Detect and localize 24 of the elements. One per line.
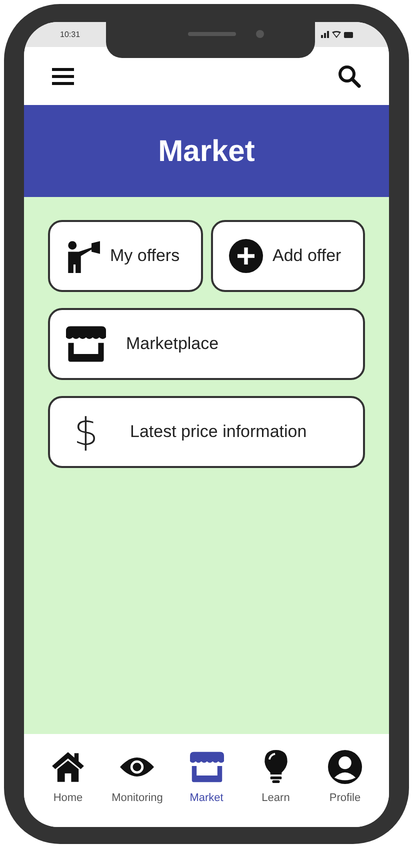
storefront-icon bbox=[66, 324, 106, 364]
nav-tab[interactable]: Learn bbox=[242, 752, 310, 827]
nav-tab[interactable]: Market bbox=[172, 752, 240, 827]
speaker-grille bbox=[188, 32, 236, 36]
action-button[interactable]: Add offer bbox=[210, 220, 365, 292]
wifi-icon bbox=[332, 31, 341, 38]
nav-tab[interactable]: Monitoring bbox=[103, 752, 172, 827]
battery-icon bbox=[344, 32, 353, 38]
action-button[interactable]: Marketplace bbox=[48, 308, 365, 380]
storefront-icon bbox=[190, 750, 224, 784]
menu-icon[interactable] bbox=[52, 67, 74, 85]
nav-tab[interactable]: Home bbox=[34, 752, 102, 827]
person-megaphone-icon bbox=[66, 239, 100, 273]
plus-circle-icon bbox=[228, 239, 262, 273]
action-button[interactable]: $ Latest price information bbox=[48, 396, 365, 468]
profile-icon bbox=[328, 750, 362, 784]
search-icon[interactable] bbox=[337, 64, 361, 88]
nav-tab[interactable]: Profile bbox=[311, 752, 379, 827]
status-time: 10:31 bbox=[60, 28, 80, 40]
signal-icon bbox=[321, 31, 329, 38]
action-button[interactable]: My offers bbox=[48, 220, 202, 292]
page-title: Market bbox=[158, 134, 255, 170]
dollar-sign-icon: $ bbox=[66, 413, 106, 451]
home-icon bbox=[51, 750, 85, 784]
